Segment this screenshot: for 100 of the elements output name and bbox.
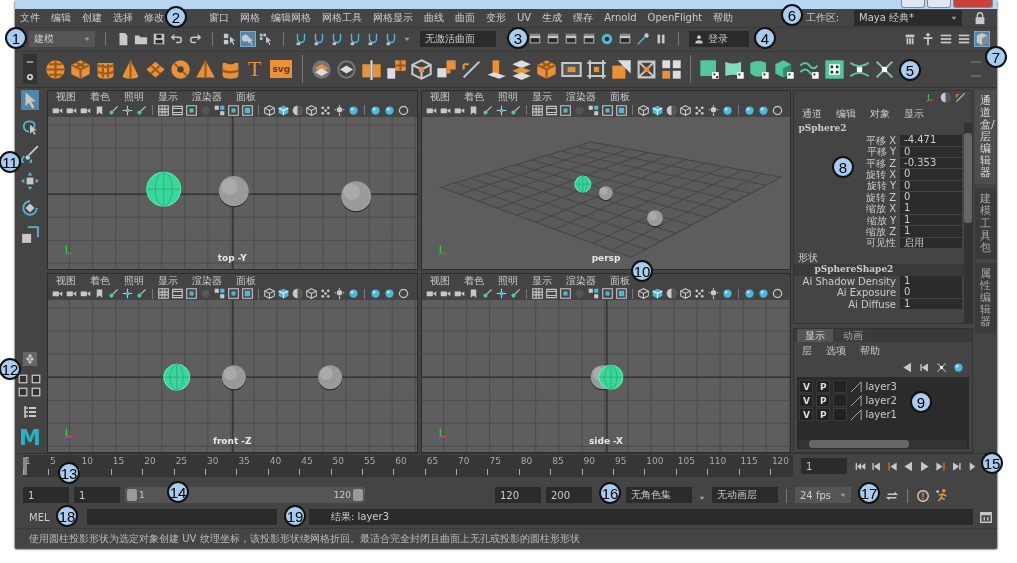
playback-end-field[interactable]: 120 (495, 487, 541, 504)
viewport-menu-item[interactable]: 着色 (463, 274, 484, 288)
sphere-icon[interactable] (721, 104, 733, 116)
sphere-icon[interactable] (757, 288, 769, 299)
next-key-icon[interactable] (935, 460, 946, 472)
layer-editor-menu-item[interactable]: 帮助 (860, 343, 881, 358)
viewport-menu-item[interactable]: 渲染器 (565, 90, 596, 105)
attribute-value-field[interactable]: 1 (900, 226, 963, 237)
extrude-icon[interactable] (486, 58, 508, 80)
cube-icon[interactable] (536, 58, 558, 80)
layer-name[interactable]: layer1 (865, 409, 897, 421)
brush-icon[interactable] (481, 288, 493, 299)
horizontal-scrollbar[interactable] (799, 440, 968, 449)
square-icon[interactable] (227, 288, 239, 299)
viewport-menu-item[interactable]: 显示 (531, 90, 552, 105)
shaded-cube-icon[interactable] (651, 288, 663, 299)
sphere-icon[interactable] (369, 288, 381, 299)
shaded-cube-icon[interactable] (277, 104, 289, 116)
save-icon[interactable] (152, 32, 166, 47)
wireframe-cube-icon[interactable] (679, 288, 691, 299)
single-pane-icon[interactable] (21, 351, 38, 368)
attribute-value-field[interactable]: 0 (900, 287, 963, 298)
viewport-menu-item[interactable]: 照明 (123, 90, 144, 105)
layer-name[interactable]: layer3 (865, 381, 897, 393)
square-icon[interactable] (227, 104, 239, 116)
side-tab[interactable]: 属性编辑器 (975, 262, 997, 334)
attribute-value-field[interactable]: 1 (900, 214, 963, 226)
menu-item[interactable]: 缓存 (573, 10, 594, 25)
wireframe-cube-icon[interactable] (263, 104, 275, 116)
sphere-icon[interactable] (383, 288, 395, 299)
command-language-label[interactable]: MEL (29, 511, 55, 523)
viewport-menu-item[interactable]: 照明 (497, 274, 518, 288)
wireframe-cube-icon[interactable] (305, 288, 317, 299)
dots-icon[interactable] (319, 288, 331, 299)
fps-dropdown[interactable]: 24 fps (795, 487, 851, 504)
command-input-field[interactable] (87, 509, 277, 526)
login-button[interactable]: 登录 (689, 31, 749, 48)
light-icon[interactable] (333, 104, 345, 116)
move-icon[interactable] (121, 288, 133, 299)
shaded-cube-icon[interactable] (651, 104, 663, 116)
move-icon[interactable] (121, 104, 133, 116)
attribute-value-field[interactable]: 0 (900, 146, 963, 158)
mode-dropdown[interactable]: 建模 (29, 31, 95, 48)
attribute-value-field[interactable]: 0 (900, 180, 963, 192)
brush-icon[interactable] (135, 288, 147, 299)
grid-icon[interactable] (157, 288, 169, 299)
light-icon[interactable] (707, 288, 719, 299)
sphere-icon[interactable] (383, 104, 395, 116)
live-surface-field[interactable]: 无激活曲面 (420, 31, 496, 48)
brush-icon[interactable] (481, 104, 493, 116)
menu-item[interactable]: 创建 (82, 10, 102, 25)
uv-square-icon[interactable] (699, 58, 721, 80)
script-editor-icon[interactable] (979, 510, 993, 525)
sphere-icon[interactable] (743, 104, 755, 116)
stacked-circle-icon[interactable] (311, 58, 333, 80)
skip-to-start-icon[interactable] (855, 460, 866, 472)
square-frame-icon[interactable] (636, 58, 658, 80)
visibility-toggle[interactable]: V (799, 380, 814, 394)
viewport-menu-item[interactable]: 面板 (235, 90, 256, 105)
ring-icon[interactable] (397, 104, 409, 116)
viewport-menu-item[interactable]: 面板 (609, 274, 630, 288)
square-icon[interactable] (601, 288, 613, 299)
attribute-value-field[interactable]: 0 (900, 192, 963, 203)
move-icon[interactable] (495, 104, 507, 116)
attribute-value-field[interactable]: 1 (900, 203, 963, 214)
viewport-menu-item[interactable]: 视图 (55, 274, 76, 288)
channel-box-menu-item[interactable]: 通道 (802, 106, 823, 121)
text-tool-button[interactable]: T (248, 58, 262, 81)
bevel-icon[interactable] (611, 58, 633, 80)
cone-icon[interactable] (120, 58, 141, 80)
menu-item[interactable]: 网格工具 (322, 10, 362, 25)
pencil-line-icon[interactable] (955, 92, 967, 104)
uv-cube-icon[interactable] (774, 58, 796, 80)
magnet-icon[interactable] (366, 32, 380, 47)
layer-editor-tab[interactable]: 显示 (797, 328, 834, 342)
sphere[interactable] (221, 365, 246, 391)
viewport-menu-item[interactable]: 着色 (89, 274, 110, 288)
squares-icon[interactable] (661, 58, 683, 80)
sphere-icon[interactable] (347, 288, 359, 299)
menu-item[interactable]: 选择 (113, 10, 133, 25)
menu-item[interactable]: 网格 (240, 10, 260, 25)
square-icon[interactable] (559, 288, 571, 299)
attribute-value-field[interactable]: 1 (900, 298, 963, 310)
brush-icon[interactable] (509, 288, 521, 299)
uv-cylinder-icon[interactable] (749, 58, 771, 80)
menu-item[interactable]: UV (517, 12, 532, 24)
brush-icon[interactable] (107, 104, 119, 116)
half-circle-icon[interactable] (940, 92, 952, 104)
camera-icon[interactable] (79, 288, 91, 299)
magnet-icon[interactable] (312, 32, 326, 47)
menu-item[interactable]: 窗口 (209, 10, 229, 25)
side-tab[interactable]: 通道盒/层编辑器 (975, 89, 997, 185)
color-swatch[interactable] (833, 408, 848, 422)
brush-icon[interactable] (135, 104, 147, 116)
overlapping-spheres-drawing[interactable] (590, 364, 623, 391)
box-icon[interactable] (241, 104, 253, 116)
tool-button[interactable] (20, 224, 39, 245)
wireframe-cube-icon[interactable] (305, 104, 317, 116)
channel-box-menu-item[interactable]: 编辑 (836, 106, 857, 121)
layer-name[interactable]: layer2 (865, 395, 897, 407)
